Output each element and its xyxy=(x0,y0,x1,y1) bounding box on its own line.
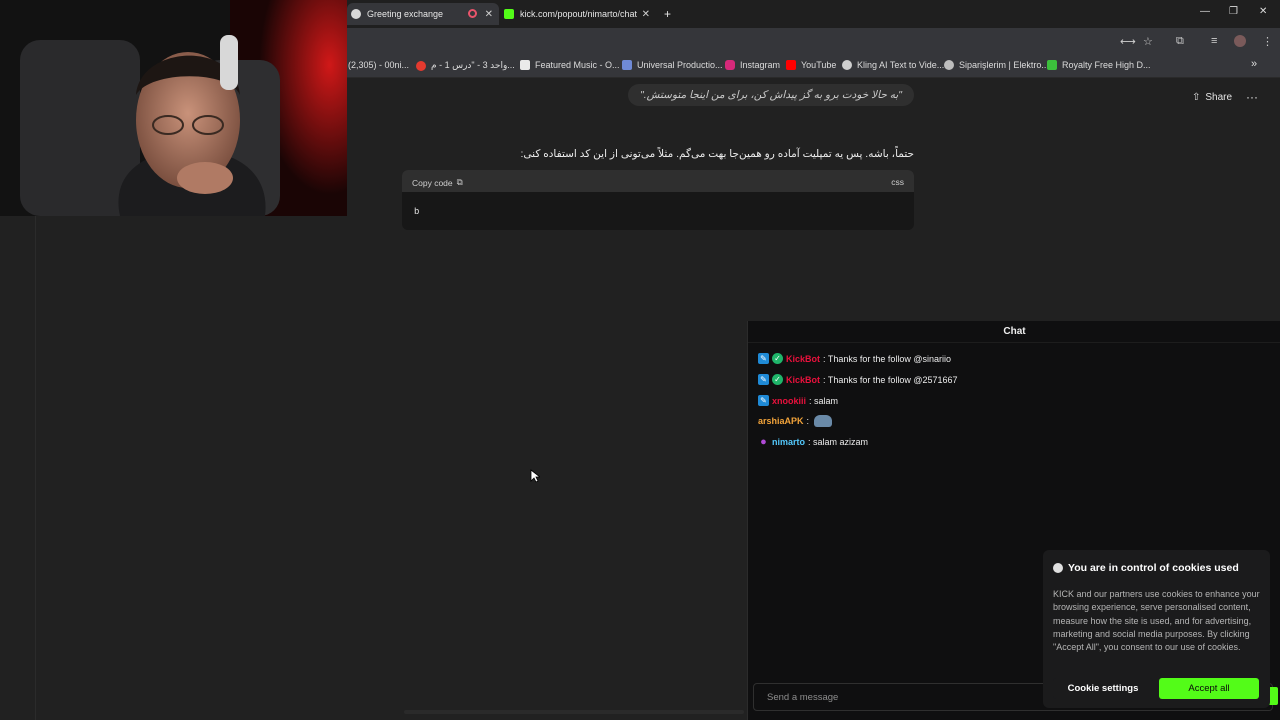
screen: Greeting exchange ✕ kick.com/popout/nima… xyxy=(0,0,1280,720)
kick-favicon-icon xyxy=(504,9,514,19)
tab-title: Greeting exchange xyxy=(367,9,444,19)
cookie-body: KICK and our partners use cookies to enh… xyxy=(1053,589,1260,653)
bookmarks-overflow-button[interactable]: » xyxy=(1251,58,1257,70)
bookmark-label: YouTube xyxy=(801,60,837,70)
bookmark-item[interactable]: Universal Productio... xyxy=(622,60,723,70)
chat-message: ● nimarto: salam azizam xyxy=(758,435,869,448)
chat-username[interactable]: arshiaAPK xyxy=(758,416,804,426)
extensions-icon[interactable]: ⧉ xyxy=(1176,35,1184,48)
bookmark-favicon-icon xyxy=(622,60,632,70)
webcam-feed xyxy=(0,0,347,216)
bookmark-item[interactable]: ‎(2,305) - 00ni... xyxy=(348,60,409,70)
chatgpt-favicon-icon xyxy=(351,9,361,19)
code-block: Copy code ⧉ css b xyxy=(402,170,914,230)
cookie-title-text: You are in control of cookies used xyxy=(1068,562,1239,574)
chat-text: : Thanks for the follow @sinariio xyxy=(823,353,952,364)
chat-message: arshiaAPK: xyxy=(758,415,833,427)
chat-message: ✎ ✓ KickBot: Thanks for the follow @2571… xyxy=(758,374,958,385)
cookie-icon xyxy=(1053,563,1063,573)
bookmark-item[interactable]: Kling AI Text to Vide... xyxy=(842,60,944,70)
translate-icon[interactable]: ⟷ xyxy=(1120,35,1136,48)
webcam-overlay xyxy=(0,0,347,216)
recording-icon xyxy=(468,9,477,18)
chat-text: : salam azizam xyxy=(808,436,869,447)
bot-badge-icon: ✎ xyxy=(758,353,769,364)
close-tab-icon[interactable]: ✕ xyxy=(485,9,493,20)
tab-title: kick.com/popout/nimarto/chat xyxy=(520,9,638,19)
bookmark-label: Kling AI Text to Vide... xyxy=(857,60,945,70)
browser-menu-icon[interactable]: ⋮ xyxy=(1262,35,1273,48)
bookmark-label: Universal Productio... xyxy=(637,60,723,70)
tab-kick-chat[interactable]: kick.com/popout/nimarto/chat ✕ xyxy=(504,3,656,25)
new-tab-button[interactable]: + xyxy=(664,3,678,25)
code-language: css xyxy=(891,177,904,187)
broadcaster-badge-icon: ● xyxy=(760,435,767,448)
instagram-icon xyxy=(725,60,735,70)
chat-text: : Thanks for the follow @2571667 xyxy=(823,374,958,385)
chat-message: ✎ xnookiii: salam xyxy=(758,395,838,406)
close-window-icon[interactable]: ✕ xyxy=(1259,6,1267,17)
bookmark-favicon-icon xyxy=(944,60,954,70)
bookmark-item[interactable]: Instagram xyxy=(725,60,780,70)
share-icon: ⇧ xyxy=(1192,92,1201,103)
bookmark-item[interactable]: Royalty Free High D... xyxy=(1047,60,1151,70)
verified-badge-icon: ✓ xyxy=(772,353,783,364)
cookie-title: You are in control of cookies used xyxy=(1053,562,1239,574)
copy-code-label: Copy code xyxy=(412,177,453,188)
copy-icon: ⧉ xyxy=(456,177,463,187)
assistant-reply: حتماً، باشه. پس یه تمپلیت آماده رو همین‌… xyxy=(520,148,915,160)
bookmark-favicon-icon xyxy=(1047,60,1057,70)
bookmark-star-icon[interactable]: ☆ xyxy=(1143,35,1153,48)
composer-edge xyxy=(404,710,744,714)
bookmark-label: Royalty Free High D... xyxy=(1062,60,1151,70)
bookmark-favicon-icon xyxy=(416,60,426,71)
bot-badge-icon: ✎ xyxy=(758,395,769,406)
more-options-button[interactable]: ··· xyxy=(1246,90,1258,104)
bookmark-item[interactable]: واحد 3 - "درس 1 - م... xyxy=(416,60,515,71)
cookie-consent-dialog: You are in control of cookies used KICK … xyxy=(1043,550,1270,708)
accept-all-button[interactable]: Accept all xyxy=(1159,678,1259,699)
bookmark-label: ‎(2,305) - 00ni... xyxy=(348,60,410,70)
chat-text: : salam xyxy=(809,395,839,406)
code-block-header: Copy code ⧉ css xyxy=(402,170,914,192)
bot-badge-icon: ✎ xyxy=(758,374,769,385)
copy-code-button[interactable]: Copy code ⧉ xyxy=(412,177,463,188)
share-label: Share xyxy=(1205,92,1233,103)
bookmark-label: Instagram xyxy=(740,60,781,70)
cookie-settings-button[interactable]: Cookie settings xyxy=(1053,678,1153,699)
mouse-cursor-icon xyxy=(530,469,540,483)
chat-text: : xyxy=(806,416,810,426)
chat-title: Chat xyxy=(748,321,1280,343)
chat-username[interactable]: KickBot xyxy=(786,354,820,364)
sidebar-rail xyxy=(0,216,36,720)
bookmark-favicon-icon xyxy=(520,60,530,70)
share-button[interactable]: ⇧ Share xyxy=(1192,92,1232,103)
youtube-icon xyxy=(786,60,796,70)
bookmark-item[interactable]: Featured Music - O... xyxy=(520,60,620,70)
bookmark-label: Siparişlerim | Elektro... xyxy=(959,60,1049,70)
close-tab-icon[interactable]: ✕ xyxy=(642,9,650,20)
chat-username[interactable]: xnookiii xyxy=(772,396,806,406)
bookmark-label: Featured Music - O... xyxy=(535,60,620,70)
bookmark-item[interactable]: YouTube xyxy=(786,60,836,70)
bookmark-label: واحد 3 - "درس 1 - م... xyxy=(431,60,515,70)
minimize-icon[interactable]: — xyxy=(1200,6,1210,17)
verified-badge-icon: ✓ xyxy=(772,374,783,385)
restore-icon[interactable]: ❐ xyxy=(1229,6,1238,17)
chat-username[interactable]: nimarto xyxy=(772,437,805,447)
bookmark-favicon-icon xyxy=(842,60,852,70)
profile-avatar[interactable] xyxy=(1234,35,1246,47)
user-prompt-bubble: "به حالا خودت برو به گز پیداش کن، برای م… xyxy=(628,84,914,106)
emote-icon xyxy=(814,415,833,427)
tab-greeting-exchange[interactable]: Greeting exchange ✕ xyxy=(347,3,499,25)
chat-username[interactable]: KickBot xyxy=(786,375,820,385)
media-control-icon[interactable]: ≡ xyxy=(1211,35,1217,47)
bookmark-item[interactable]: Siparişlerim | Elektro... xyxy=(944,60,1049,70)
code-content: b xyxy=(414,207,420,217)
chat-message: ✎ ✓ KickBot: Thanks for the follow @sina… xyxy=(758,353,951,364)
